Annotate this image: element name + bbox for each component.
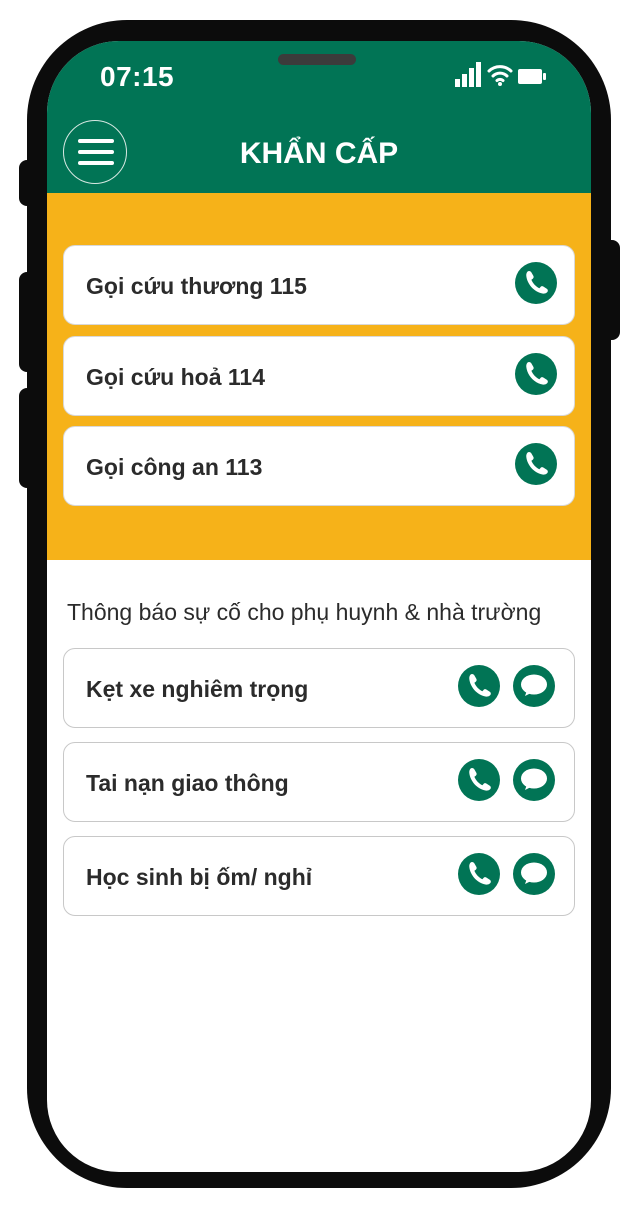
battery-icon bbox=[518, 69, 546, 84]
wifi-icon bbox=[487, 65, 513, 86]
phone-icon[interactable] bbox=[458, 759, 500, 801]
phone-icon[interactable] bbox=[515, 353, 557, 395]
volume-up-button bbox=[19, 272, 39, 372]
list-item-student-sick: Học sinh bị ốm/ nghỉ bbox=[63, 836, 575, 916]
card-label: Gọi cứu thương 115 bbox=[86, 273, 307, 299]
card-label: Tai nạn giao thông bbox=[86, 770, 289, 796]
chat-icon[interactable] bbox=[513, 759, 555, 801]
call-ambulance-button[interactable]: Gọi cứu thương 115 bbox=[63, 245, 575, 325]
list-item-traffic-jam: Kẹt xe nghiêm trọng bbox=[63, 648, 575, 728]
status-icons bbox=[455, 62, 549, 88]
card-label: Học sinh bị ốm/ nghỉ bbox=[86, 864, 313, 890]
app-header: 07:15 KHẨN CẤP bbox=[47, 41, 591, 193]
notify-section-title: Thông báo sự cố cho phụ huynh & nhà trườ… bbox=[67, 599, 542, 625]
call-police-button[interactable]: Gọi công an 113 bbox=[63, 426, 575, 506]
phone-icon[interactable] bbox=[515, 262, 557, 304]
card-label: Gọi cứu hoả 114 bbox=[86, 364, 265, 390]
phone-icon[interactable] bbox=[458, 665, 500, 707]
list-item-traffic-accident: Tai nạn giao thông bbox=[63, 742, 575, 822]
phone-icon[interactable] bbox=[458, 853, 500, 895]
card-label: Gọi công an 113 bbox=[86, 454, 263, 480]
volume-down-button bbox=[19, 388, 39, 488]
phone-screen: 07:15 KHẨN CẤP Gọi cứu thương 115 Gọi cứ… bbox=[47, 41, 591, 1172]
power-button bbox=[598, 240, 620, 340]
call-fire-button[interactable]: Gọi cứu hoả 114 bbox=[63, 336, 575, 416]
card-label: Kẹt xe nghiêm trọng bbox=[86, 676, 309, 702]
status-time: 07:15 bbox=[100, 61, 175, 92]
page-title: KHẨN CẤP bbox=[239, 137, 399, 170]
chat-icon[interactable] bbox=[513, 853, 555, 895]
chat-icon[interactable] bbox=[513, 665, 555, 707]
signal-icon bbox=[455, 62, 481, 87]
mute-switch bbox=[19, 160, 39, 206]
emergency-panel: Gọi cứu thương 115 Gọi cứu hoả 114 Gọi c… bbox=[47, 193, 591, 560]
phone-icon[interactable] bbox=[515, 443, 557, 485]
speaker-grille bbox=[278, 54, 356, 65]
